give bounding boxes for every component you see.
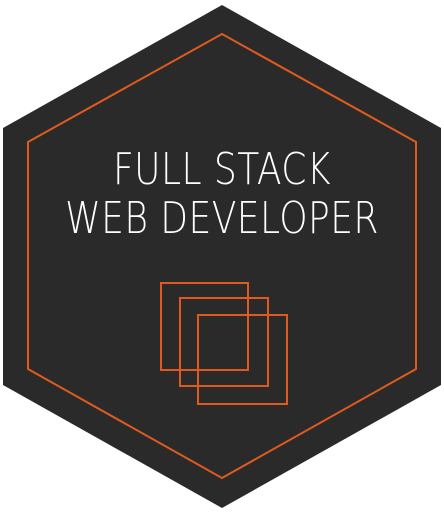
title-line-2: WEB DEVELOPER <box>65 193 379 244</box>
title-line-1: FULL STACK <box>113 144 331 195</box>
full-stack-badge: FULL STACK WEB DEVELOPER <box>0 0 444 512</box>
hexagon-graphic <box>3 5 441 508</box>
outer-hexagon <box>3 5 441 508</box>
